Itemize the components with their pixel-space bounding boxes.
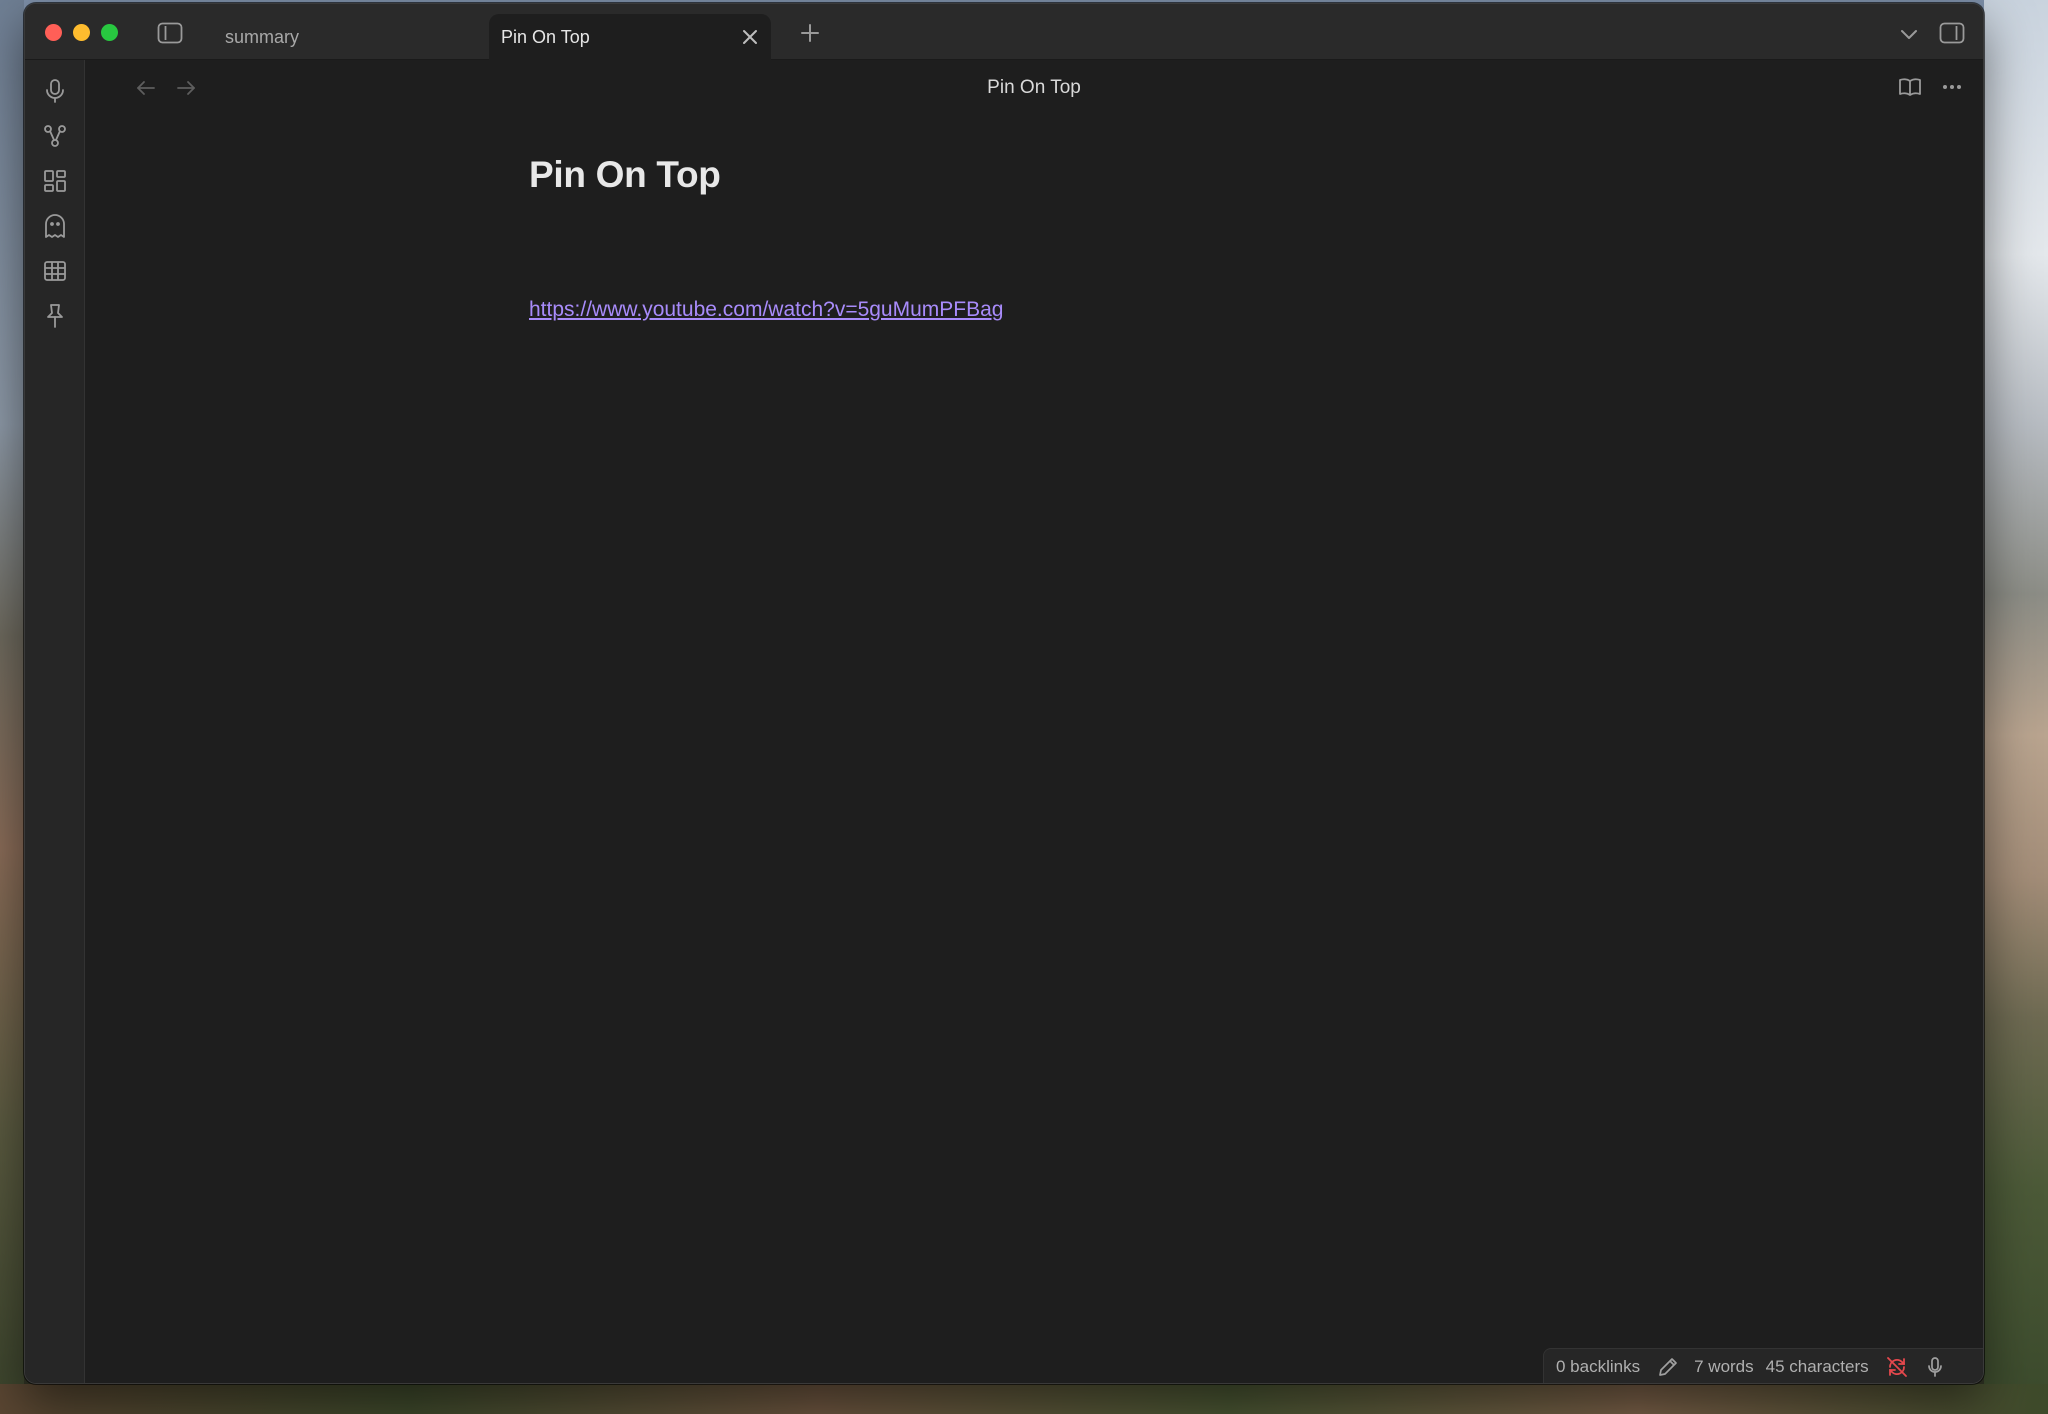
tab-summary[interactable]: summary <box>217 14 507 60</box>
new-tab-icon[interactable] <box>797 20 823 46</box>
status-microphone-icon[interactable] <box>1923 1355 1947 1379</box>
backlinks-count[interactable]: 0 backlinks <box>1556 1357 1640 1377</box>
tab-pin-on-top-label: Pin On Top <box>501 26 590 47</box>
right-sidebar-toggle-icon[interactable] <box>1937 19 1967 47</box>
desktop-wallpaper-right <box>1984 0 2048 1414</box>
more-options-icon[interactable] <box>1937 74 1967 100</box>
app-window: summary Pin On Top Pin On Top Pin On Top… <box>24 3 1984 1384</box>
left-ribbon <box>25 60 85 1383</box>
tab-summary-label: summary <box>225 26 300 47</box>
microphone-icon[interactable] <box>39 75 71 107</box>
desktop-wallpaper-left <box>0 0 24 1414</box>
tab-pin-on-top[interactable]: Pin On Top <box>489 14 771 60</box>
character-count: 45 characters <box>1765 1357 1869 1376</box>
status-bar: 0 backlinks 7 words 45 characters <box>1543 1348 1983 1383</box>
edit-pencil-icon[interactable] <box>1656 1355 1680 1379</box>
graph-icon[interactable] <box>39 120 71 152</box>
sync-disabled-icon[interactable] <box>1885 1355 1909 1379</box>
pin-icon[interactable] <box>39 300 71 332</box>
window-close-button[interactable] <box>45 24 62 41</box>
youtube-link[interactable]: https://www.youtube.com/watch?v=5guMumPF… <box>529 298 1003 322</box>
view-header: Pin On Top <box>85 60 1983 114</box>
note-content[interactable]: Pin On Top https://www.youtube.com/watch… <box>529 154 1429 321</box>
ghost-icon[interactable] <box>39 210 71 242</box>
table-icon[interactable] <box>39 255 71 287</box>
close-tab-icon[interactable] <box>737 24 763 50</box>
sidebar-toggle-icon[interactable] <box>155 18 185 48</box>
reading-view-book-icon[interactable] <box>1895 74 1925 100</box>
layout-grid-icon[interactable] <box>39 165 71 197</box>
tab-list-chevron-down-icon[interactable] <box>1897 22 1921 46</box>
window-maximize-button[interactable] <box>101 24 118 41</box>
word-count: 7 words <box>1694 1357 1754 1376</box>
desktop-wallpaper-bottom <box>0 1384 2048 1414</box>
title-bar: summary Pin On Top <box>25 4 1983 60</box>
view-title[interactable]: Pin On Top <box>85 77 1983 99</box>
note-heading[interactable]: Pin On Top <box>529 154 1429 196</box>
window-minimize-button[interactable] <box>73 24 90 41</box>
